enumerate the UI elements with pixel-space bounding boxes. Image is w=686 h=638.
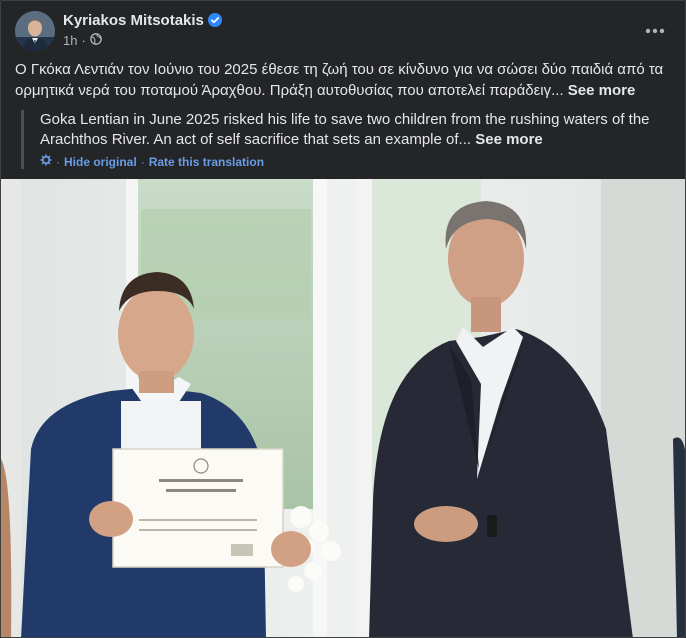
link-separator: ·	[56, 154, 60, 169]
translation-links: · Hide original · Rate this translation	[40, 154, 673, 169]
author-avatar[interactable]	[15, 11, 55, 51]
post-meta: 1h ·	[63, 33, 102, 48]
post-photo[interactable]	[1, 179, 685, 637]
post-card: Kyriakos Mitsotakis 1h · Ο Γκόκα Λεντιάν…	[0, 0, 686, 638]
translated-text-body: Goka Lentian in June 2025 risked his lif…	[40, 111, 650, 148]
verified-badge-icon	[207, 13, 222, 31]
meta-separator: ·	[81, 33, 86, 48]
post-header: Kyriakos Mitsotakis 1h ·	[15, 11, 675, 51]
see-more-translation-button[interactable]: See more	[475, 131, 543, 148]
original-text-body: Ο Γκόκα Λεντιάν τον Ιούνιο του 2025 έθεσ…	[15, 61, 664, 99]
author-name-text[interactable]: Kyriakos Mitsotakis	[63, 12, 204, 29]
translation-block: Goka Lentian in June 2025 risked his lif…	[21, 110, 673, 169]
post-time[interactable]: 1h	[63, 33, 77, 48]
see-more-original-button[interactable]: See more	[568, 82, 636, 99]
translated-text: Goka Lentian in June 2025 risked his lif…	[40, 110, 673, 150]
post-original-text: Ο Γκόκα Λεντιάν τον Ιούνιο του 2025 έθεσ…	[15, 59, 675, 101]
more-options-icon[interactable]	[639, 15, 671, 47]
link-separator: ·	[140, 154, 145, 169]
translate-gear-icon	[40, 154, 52, 169]
hide-original-link[interactable]: Hide original	[64, 155, 137, 169]
rate-translation-link[interactable]: Rate this translation	[149, 155, 264, 169]
author-name[interactable]: Kyriakos Mitsotakis	[63, 12, 222, 31]
globe-icon[interactable]	[89, 33, 102, 48]
